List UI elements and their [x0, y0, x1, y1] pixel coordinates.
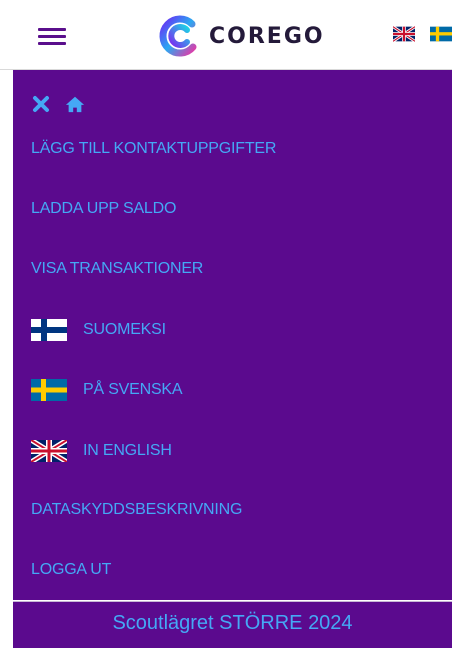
menu-item-label: SUOMEKSI: [83, 321, 166, 338]
menu-item-transactions[interactable]: VISA TRANSAKTIONER: [31, 260, 203, 278]
menu-top-icons: [31, 94, 99, 114]
logo-text: COREGO: [209, 23, 325, 49]
hamburger-icon[interactable]: [38, 28, 66, 46]
event-footer: Scoutlägret STÖRRE 2024: [13, 601, 452, 648]
menu-item-label: PÅ SVENSKA: [83, 381, 183, 398]
footer-text: Scoutlägret STÖRRE 2024: [112, 612, 353, 634]
home-icon[interactable]: [65, 94, 85, 114]
menu-item-finnish[interactable]: SUOMEKSI: [31, 319, 166, 341]
menu-item-swedish[interactable]: PÅ SVENSKA: [31, 379, 183, 401]
menu-item-top-up-balance[interactable]: LADDA UPP SALDO: [31, 200, 176, 218]
corego-logo-icon: [159, 15, 197, 57]
corego-logo[interactable]: COREGO: [157, 14, 325, 58]
menu-item-label: LADDA UPP SALDO: [31, 200, 177, 217]
menu-item-label: LÄGG TILL KONTAKTUPPGIFTER: [31, 140, 277, 157]
finland-flag-icon: [31, 319, 67, 341]
menu-item-label: LOGGA UT: [31, 561, 112, 578]
menu-item-label: DATASKYDDSBESKRIVNING: [31, 501, 243, 518]
menu-item-add-contact[interactable]: LÄGG TILL KONTAKTUPPGIFTER: [31, 140, 276, 158]
close-icon[interactable]: [31, 94, 51, 114]
app-header: COREGO: [0, 0, 452, 70]
menu-item-logout[interactable]: LOGGA UT: [31, 561, 111, 579]
menu-item-privacy-policy[interactable]: DATASKYDDSBESKRIVNING: [31, 501, 242, 519]
menu-item-english[interactable]: IN ENGLISH: [31, 440, 172, 462]
side-menu: LÄGG TILL KONTAKTUPPGIFTER LADDA UPP SAL…: [13, 70, 452, 600]
uk-flag-icon: [31, 440, 67, 462]
uk-flag-icon[interactable]: [393, 26, 415, 42]
menu-item-label: IN ENGLISH: [83, 442, 172, 459]
sweden-flag-icon: [31, 379, 67, 401]
menu-item-label: VISA TRANSAKTIONER: [31, 260, 204, 277]
sweden-flag-icon[interactable]: [430, 26, 452, 42]
